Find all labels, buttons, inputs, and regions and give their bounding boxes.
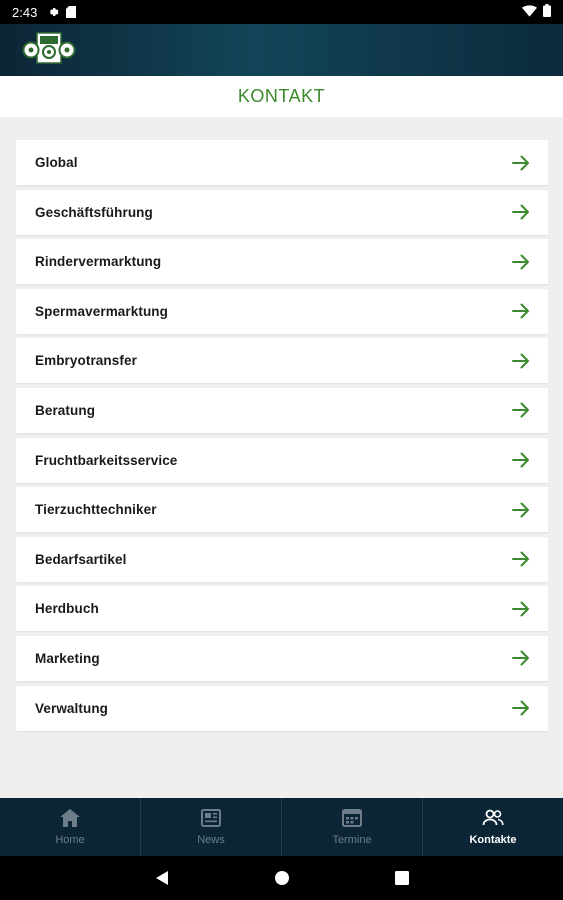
arrow-right-icon bbox=[512, 551, 530, 567]
calendar-icon bbox=[342, 808, 362, 830]
title-bar: KONTAKT bbox=[0, 76, 563, 117]
nav-news-label: News bbox=[197, 833, 225, 846]
arrow-right-icon bbox=[512, 353, 530, 369]
arrow-right-icon bbox=[512, 204, 530, 220]
app-header bbox=[0, 24, 563, 76]
list-item-label: Spermavermarktung bbox=[35, 303, 169, 319]
back-icon[interactable] bbox=[102, 870, 222, 886]
battery-icon bbox=[543, 4, 551, 20]
status-time: 2:43 bbox=[12, 4, 38, 20]
arrow-right-icon bbox=[512, 650, 530, 666]
list-item-label: Bedarfsartikel bbox=[35, 551, 127, 567]
settings-icon bbox=[47, 6, 59, 18]
contact-list: Global Geschäftsführung Rindervermarktung S… bbox=[16, 140, 548, 735]
nav-home-label: Home bbox=[55, 833, 85, 846]
wifi-icon bbox=[522, 4, 537, 20]
nav-termine-label: Termine bbox=[332, 833, 372, 846]
contacts-icon bbox=[482, 809, 504, 830]
list-item[interactable]: Verwaltung bbox=[16, 685, 548, 731]
system-nav-bar bbox=[0, 856, 563, 900]
list-item[interactable]: Fruchtbarkeitsservice bbox=[16, 437, 548, 483]
nav-termine[interactable]: Termine bbox=[282, 798, 423, 856]
list-item-label: Rindervermarktung bbox=[35, 254, 162, 270]
arrow-right-icon bbox=[512, 155, 530, 171]
status-bar: 2:43 bbox=[0, 0, 563, 24]
list-item[interactable]: Beratung bbox=[16, 387, 548, 433]
list-item[interactable]: Rindervermarktung bbox=[16, 239, 548, 285]
arrow-right-icon bbox=[512, 502, 530, 518]
nav-kontakte[interactable]: Kontakte bbox=[423, 798, 563, 856]
arrow-right-icon bbox=[512, 303, 530, 319]
association-logo-icon[interactable] bbox=[22, 30, 76, 71]
list-item-label: Beratung bbox=[35, 402, 96, 418]
arrow-right-icon bbox=[512, 601, 530, 617]
arrow-right-icon bbox=[512, 700, 530, 716]
list-item[interactable]: Embryotransfer bbox=[16, 338, 548, 384]
page-title: KONTAKT bbox=[237, 86, 326, 106]
bottom-nav: Home News Termine Kontakte bbox=[0, 798, 563, 856]
list-item[interactable]: Global bbox=[16, 140, 548, 185]
arrow-right-icon bbox=[512, 402, 530, 418]
list-item-label: Marketing bbox=[35, 650, 100, 666]
list-item-label: Global bbox=[35, 155, 78, 170]
arrow-right-icon bbox=[512, 452, 530, 468]
list-item-label: Embryotransfer bbox=[35, 353, 137, 369]
list-item[interactable]: Marketing bbox=[16, 635, 548, 681]
list-item[interactable]: Geschäftsführung bbox=[16, 189, 548, 235]
recents-icon[interactable] bbox=[342, 871, 462, 885]
home-icon bbox=[60, 808, 80, 830]
home-circle-icon[interactable] bbox=[222, 870, 342, 886]
nav-kontakte-label: Kontakte bbox=[469, 833, 517, 846]
list-item[interactable]: Tierzuchttechniker bbox=[16, 487, 548, 533]
list-item-label: Verwaltung bbox=[35, 700, 109, 716]
nav-home[interactable]: Home bbox=[0, 798, 141, 856]
nav-news[interactable]: News bbox=[141, 798, 282, 856]
list-item-label: Tierzuchttechniker bbox=[35, 502, 157, 518]
list-item-label: Fruchtbarkeitsservice bbox=[35, 452, 178, 468]
news-icon bbox=[201, 808, 221, 830]
list-item[interactable]: Bedarfsartikel bbox=[16, 536, 548, 582]
list-item[interactable]: Herdbuch bbox=[16, 586, 548, 632]
arrow-right-icon bbox=[512, 254, 530, 270]
list-item[interactable]: Spermavermarktung bbox=[16, 288, 548, 334]
list-item-label: Geschäftsführung bbox=[35, 204, 153, 220]
list-item-label: Herdbuch bbox=[35, 601, 99, 617]
sd-card-icon bbox=[66, 6, 77, 18]
